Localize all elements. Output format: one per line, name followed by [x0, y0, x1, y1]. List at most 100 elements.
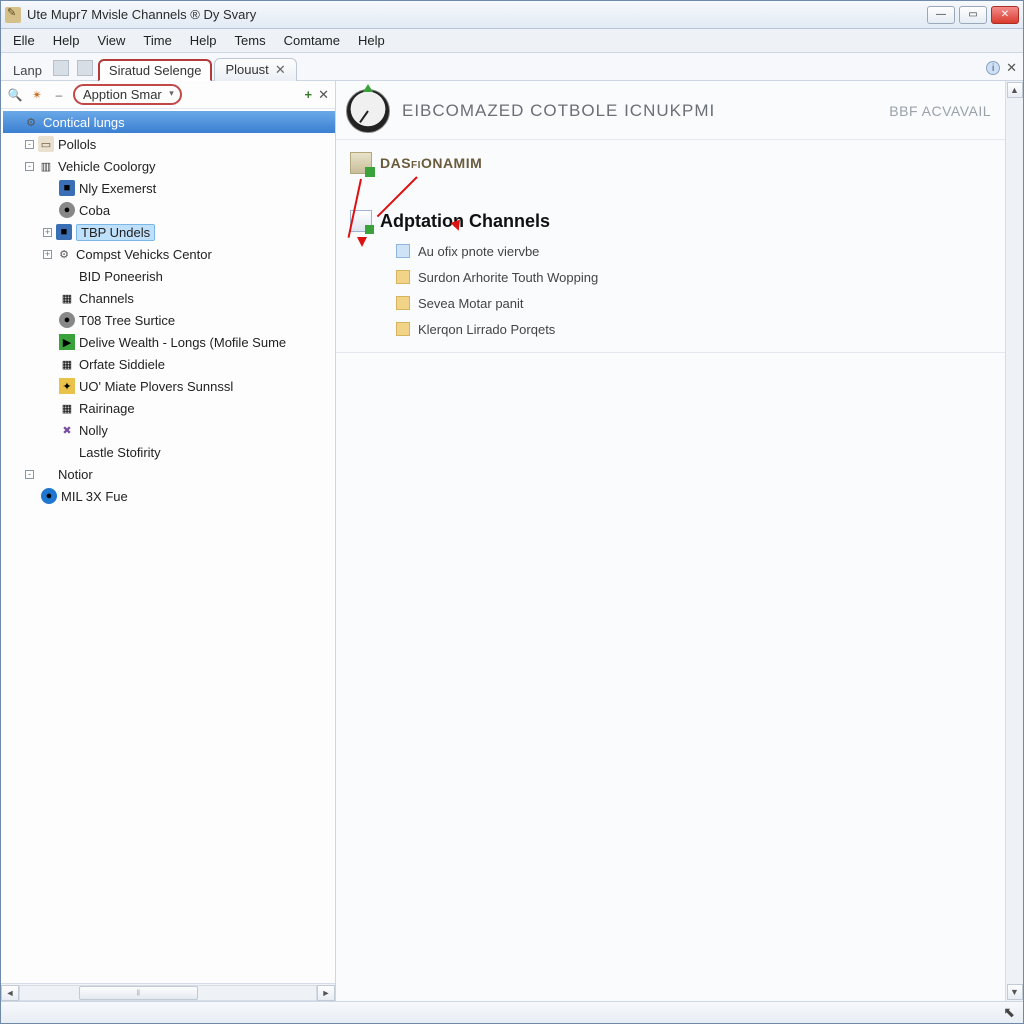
ball-icon: ● — [59, 312, 75, 328]
page-icon — [396, 244, 410, 258]
list-item-label: Au ofix pnote viervbe — [418, 244, 539, 259]
collapse-icon[interactable]: - — [25, 140, 34, 149]
toolbar-icon-2[interactable] — [77, 60, 93, 76]
titlebar: Ute Mupr7 Mvisle Channels ® Dy Svary — ▭… — [1, 1, 1023, 29]
monitor-icon — [350, 152, 372, 174]
tree-node-label: Compst Vehicks Centor — [76, 247, 212, 262]
close-panel-button[interactable]: ✕ — [318, 87, 329, 103]
expand-icon[interactable]: + — [43, 228, 52, 237]
list-item[interactable]: Au ofix pnote viervbe — [396, 238, 991, 264]
main-vscrollbar[interactable]: ▲ ▼ — [1005, 81, 1023, 1001]
tabrow-close-icon[interactable]: ✕ — [1006, 60, 1017, 76]
collapse-icon[interactable]: - — [25, 470, 34, 479]
tree-node[interactable]: ▶Delive Wealth - Longs (Mofile Sume — [3, 331, 335, 353]
search-icon[interactable]: 🔍 — [7, 87, 23, 103]
tab-siratud[interactable]: Siratud Selenge — [98, 59, 213, 81]
tree-node-label: Lastle Stofirity — [79, 445, 161, 460]
list-item[interactable]: Klerqon Lirrado Porqets — [396, 316, 991, 342]
close-button[interactable]: ✕ — [991, 6, 1019, 24]
tree-node[interactable]: ✦UO' Miate Plovers Sunnssl — [3, 375, 335, 397]
tree-node[interactable]: +■TBP Undels — [3, 221, 335, 243]
tree-node-label: Notior — [58, 467, 93, 482]
menu-time[interactable]: Time — [135, 31, 179, 50]
settings-icon[interactable]: ✴ — [29, 87, 45, 103]
blank-icon — [59, 444, 75, 460]
menu-comtame[interactable]: Comtame — [276, 31, 348, 50]
nav-tree[interactable]: ⚙Contical lungs-▭Pollols-▥Vehicle Coolor… — [1, 109, 335, 983]
cursor-icon: ⬉ — [1003, 1004, 1015, 1021]
tree-node[interactable]: ● Coba — [3, 199, 335, 221]
gauge-icon — [346, 89, 390, 133]
list-item[interactable]: Surdon Arhorite Touth Wopping — [396, 264, 991, 290]
tab-plouust[interactable]: Plouust✕ — [214, 58, 296, 81]
book-icon: ▭ — [38, 136, 54, 152]
content: EIBCOMAZED COTBOLE ICNUKPMI BBF ACVAVAIL… — [336, 81, 1005, 1001]
info-icon[interactable]: i — [986, 61, 1000, 75]
tree-node-label: UO' Miate Plovers Sunnssl — [79, 379, 233, 394]
gear-icon: ⚙ — [23, 114, 39, 130]
minimize-button[interactable]: — — [927, 6, 955, 24]
folder-icon — [396, 322, 410, 336]
scroll-left-button[interactable]: ◄ — [1, 985, 19, 1001]
body: 🔍 ✴ – Apption Smar + ✕ ⚙Contical lungs-▭… — [1, 81, 1023, 1001]
list-item-label: Sevea Motar panit — [418, 296, 524, 311]
folder-icon — [396, 270, 410, 284]
ball-icon: ● — [59, 202, 75, 218]
toolbar-label-lanp[interactable]: Lanp — [7, 61, 48, 80]
maximize-button[interactable]: ▭ — [959, 6, 987, 24]
tree-node[interactable]: +⚙Compst Vehicks Centor — [3, 243, 335, 265]
grid-icon: ▦ — [59, 400, 75, 416]
grid-icon: ▦ — [59, 356, 75, 372]
scroll-up-button[interactable]: ▲ — [1007, 82, 1023, 98]
tree-node[interactable]: -▥Vehicle Coolorgy — [3, 155, 335, 177]
tree-node-label: Coba — [79, 203, 110, 218]
tree-node[interactable]: ✖Nolly — [3, 419, 335, 441]
sq-icon: ■ — [56, 224, 72, 240]
tree-node[interactable]: ⚙ Contical lungs — [3, 111, 335, 133]
tree-node[interactable]: - Notior — [3, 463, 335, 485]
tree-node-label: Pollols — [58, 137, 96, 152]
menu-elle[interactable]: Elle — [5, 31, 43, 50]
sidebar-hscrollbar[interactable]: ◄ ‖ ► — [1, 983, 335, 1001]
menu-view[interactable]: View — [89, 31, 133, 50]
tree-node[interactable]: -▭ Pollols — [3, 133, 335, 155]
menu-help2[interactable]: Help — [182, 31, 225, 50]
tree-node-label: BID Poneerish — [79, 269, 163, 284]
tree-node[interactable]: ▦ Rairinage — [3, 397, 335, 419]
menu-help3[interactable]: Help — [350, 31, 393, 50]
scroll-down-button[interactable]: ▼ — [1007, 984, 1023, 1000]
list-item-label: Klerqon Lirrado Porqets — [418, 322, 555, 337]
tab-close-icon[interactable]: ✕ — [275, 62, 286, 77]
tree-node-label: Contical lungs — [43, 115, 125, 130]
sidebar-toolbar: 🔍 ✴ – Apption Smar + ✕ — [1, 81, 335, 109]
tree-node[interactable]: ▦Orfate Siddiele — [3, 353, 335, 375]
grid-icon: ▦ — [59, 290, 75, 306]
section-adaptation-title: Adptation Channels — [380, 211, 550, 232]
tree-node[interactable]: Lastle Stofirity — [3, 441, 335, 463]
blu-icon: ● — [41, 488, 57, 504]
expand-icon[interactable]: + — [43, 250, 52, 259]
tab-label: Siratud Selenge — [109, 63, 202, 78]
minimize-icon: — — [936, 9, 946, 20]
toolbar-icon-1[interactable] — [53, 60, 69, 76]
collapse-icon[interactable]: - — [25, 162, 34, 171]
section-dashboard-title: DASfiONAMIM — [380, 155, 482, 171]
car-icon: ▥ — [38, 158, 54, 174]
breadcrumb-dropdown[interactable]: Apption Smar — [73, 84, 182, 105]
list-item[interactable]: Sevea Motar panit — [396, 290, 991, 316]
scroll-track[interactable]: ‖ — [19, 985, 317, 1001]
menu-help1[interactable]: Help — [45, 31, 88, 50]
tree-node[interactable]: ■Nly Exemerst — [3, 177, 335, 199]
tree-node-label: Channels — [79, 291, 134, 306]
tab-row: Lanp Siratud Selenge Plouust✕ i ✕ — [1, 53, 1023, 81]
tree-node[interactable]: ▦ Channels — [3, 287, 335, 309]
tree-node[interactable]: ●T08 Tree Surtice — [3, 309, 335, 331]
tree-node-label: Rairinage — [79, 401, 135, 416]
window-title: Ute Mupr7 Mvisle Channels ® Dy Svary — [27, 7, 927, 22]
scroll-thumb[interactable]: ‖ — [79, 986, 197, 1000]
menu-tems[interactable]: Tems — [227, 31, 274, 50]
scroll-right-button[interactable]: ► — [317, 985, 335, 1001]
tree-node[interactable]: BID Poneerish — [3, 265, 335, 287]
add-tab-button[interactable]: + — [305, 87, 313, 102]
tree-node[interactable]: ●MIL 3X Fue — [3, 485, 335, 507]
